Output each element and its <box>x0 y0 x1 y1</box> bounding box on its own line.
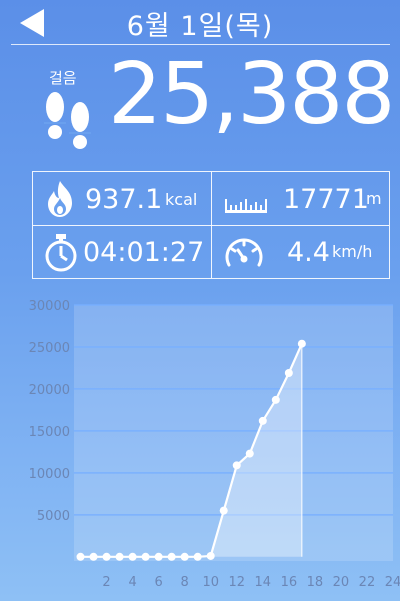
data-point <box>193 552 202 561</box>
x-tick-label: 16 <box>281 575 298 590</box>
ruler-icon <box>224 196 268 218</box>
x-tick-label: 24 <box>385 575 400 590</box>
data-point <box>128 552 137 561</box>
y-tick-label: 10000 <box>29 467 70 482</box>
x-tick-label: 10 <box>202 575 219 590</box>
calories-value: 937.1 <box>85 184 163 215</box>
date-title: 6월 1일(목) <box>126 11 274 42</box>
speedometer-icon <box>223 232 265 276</box>
y-tick-label: 30000 <box>29 299 70 314</box>
data-point <box>219 506 228 515</box>
data-point <box>297 339 306 348</box>
x-tick-label: 22 <box>359 575 376 590</box>
x-tick-label: 2 <box>102 575 110 590</box>
y-tick-label: 5000 <box>37 509 70 524</box>
data-point <box>284 368 293 377</box>
data-point <box>89 552 98 561</box>
y-tick-label: 25000 <box>29 341 70 356</box>
speed-value: 4.4 <box>287 237 330 268</box>
footprints-icon <box>44 91 92 155</box>
data-point <box>258 416 267 425</box>
data-point <box>206 551 215 560</box>
distance-unit: m <box>366 189 382 208</box>
distance-cell: 17771 m <box>212 172 391 225</box>
flame-icon <box>44 180 76 222</box>
data-point <box>154 552 163 561</box>
stats-panel: 937.1 kcal 17771 m 04:01:27 4.4 km/h <box>32 171 390 279</box>
x-tick-label: 4 <box>128 575 136 590</box>
data-point <box>245 449 254 458</box>
data-point <box>76 552 85 561</box>
distance-value: 17771 <box>283 184 369 215</box>
stopwatch-icon <box>43 230 79 278</box>
data-point <box>102 552 111 561</box>
duration-cell: 04:01:27 <box>33 226 211 279</box>
x-tick-label: 14 <box>255 575 272 590</box>
steps-count: 25,388 <box>108 45 395 144</box>
data-point <box>232 461 241 470</box>
steps-chart-svg: 500010000150002000025000300002 4 6 8 10 12 14 1… <box>29 299 400 590</box>
data-point <box>115 552 124 561</box>
speed-cell: 4.4 km/h <box>212 226 391 279</box>
steps-chart: 5000 10000 15000 20000 25000 30000 2 4 6 8 10 12 14 1… <box>0 292 400 601</box>
data-point <box>271 395 280 404</box>
duration-value: 04:01:27 <box>83 237 205 268</box>
y-tick-label: 20000 <box>29 383 70 398</box>
x-tick-label: 12 <box>228 575 245 590</box>
speed-unit: km/h <box>332 242 373 261</box>
x-tick-label: 6 <box>154 575 162 590</box>
x-tick-label: 20 <box>333 575 350 590</box>
header: 6월 1일(목) <box>0 0 400 44</box>
x-tick-label: 18 <box>307 575 324 590</box>
x-tick-label: 8 <box>181 575 189 590</box>
y-tick-label: 15000 <box>29 425 70 440</box>
steps-label: 걸음 <box>49 69 77 87</box>
calories-cell: 937.1 kcal <box>33 172 211 225</box>
calories-unit: kcal <box>165 190 198 209</box>
data-point <box>180 552 189 561</box>
data-point <box>141 552 150 561</box>
data-point <box>167 552 176 561</box>
